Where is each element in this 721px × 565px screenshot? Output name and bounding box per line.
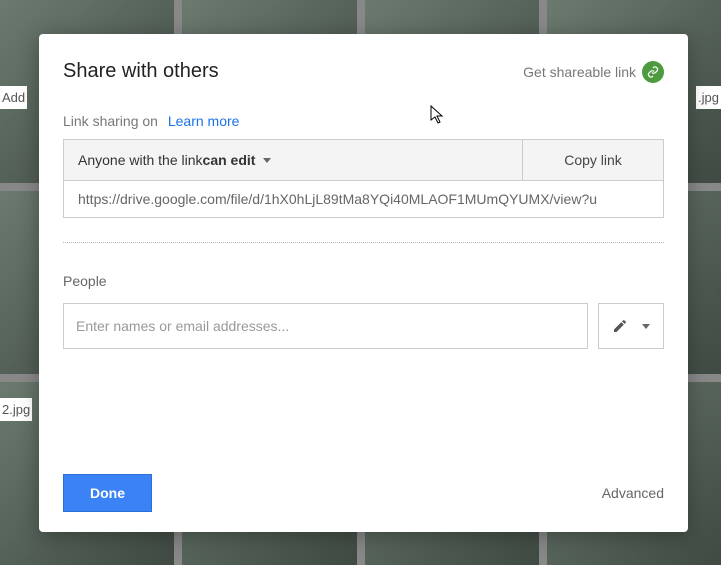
sharing-status-row: Link sharing on Learn more [63, 113, 664, 129]
bg-label-jpg2: 2.jpg [0, 398, 32, 421]
share-url-field[interactable]: https://drive.google.com/file/d/1hX0hLjL… [63, 181, 664, 218]
access-level-dropdown[interactable]: Anyone with the link can edit [64, 140, 523, 180]
get-shareable-link-button[interactable]: Get shareable link [523, 61, 664, 83]
section-separator [63, 242, 664, 243]
done-button[interactable]: Done [63, 474, 152, 512]
pencil-icon [612, 318, 628, 334]
get-link-label: Get shareable link [523, 64, 636, 80]
people-label: People [63, 273, 664, 289]
advanced-link[interactable]: Advanced [602, 485, 664, 501]
permission-dropdown-button[interactable] [598, 303, 664, 349]
modal-header: Share with others Get shareable link [63, 60, 664, 83]
chevron-down-icon [642, 324, 650, 329]
bg-label-add: Add [0, 86, 27, 109]
chevron-down-icon [263, 158, 271, 163]
access-bold: can edit [203, 152, 256, 168]
modal-title: Share with others [63, 60, 219, 83]
people-input[interactable] [63, 303, 588, 349]
learn-more-link[interactable]: Learn more [168, 113, 240, 129]
sharing-status-text: Link sharing on [63, 113, 158, 129]
copy-link-button[interactable]: Copy link [523, 140, 663, 180]
link-icon [642, 61, 664, 83]
modal-footer: Done Advanced [63, 474, 664, 512]
bg-label-jpg: .jpg [696, 86, 721, 109]
link-controls-row: Anyone with the link can edit Copy link [63, 139, 664, 181]
access-prefix: Anyone with the link [78, 152, 203, 168]
share-modal: Share with others Get shareable link Lin… [39, 34, 688, 532]
people-row [63, 303, 664, 349]
